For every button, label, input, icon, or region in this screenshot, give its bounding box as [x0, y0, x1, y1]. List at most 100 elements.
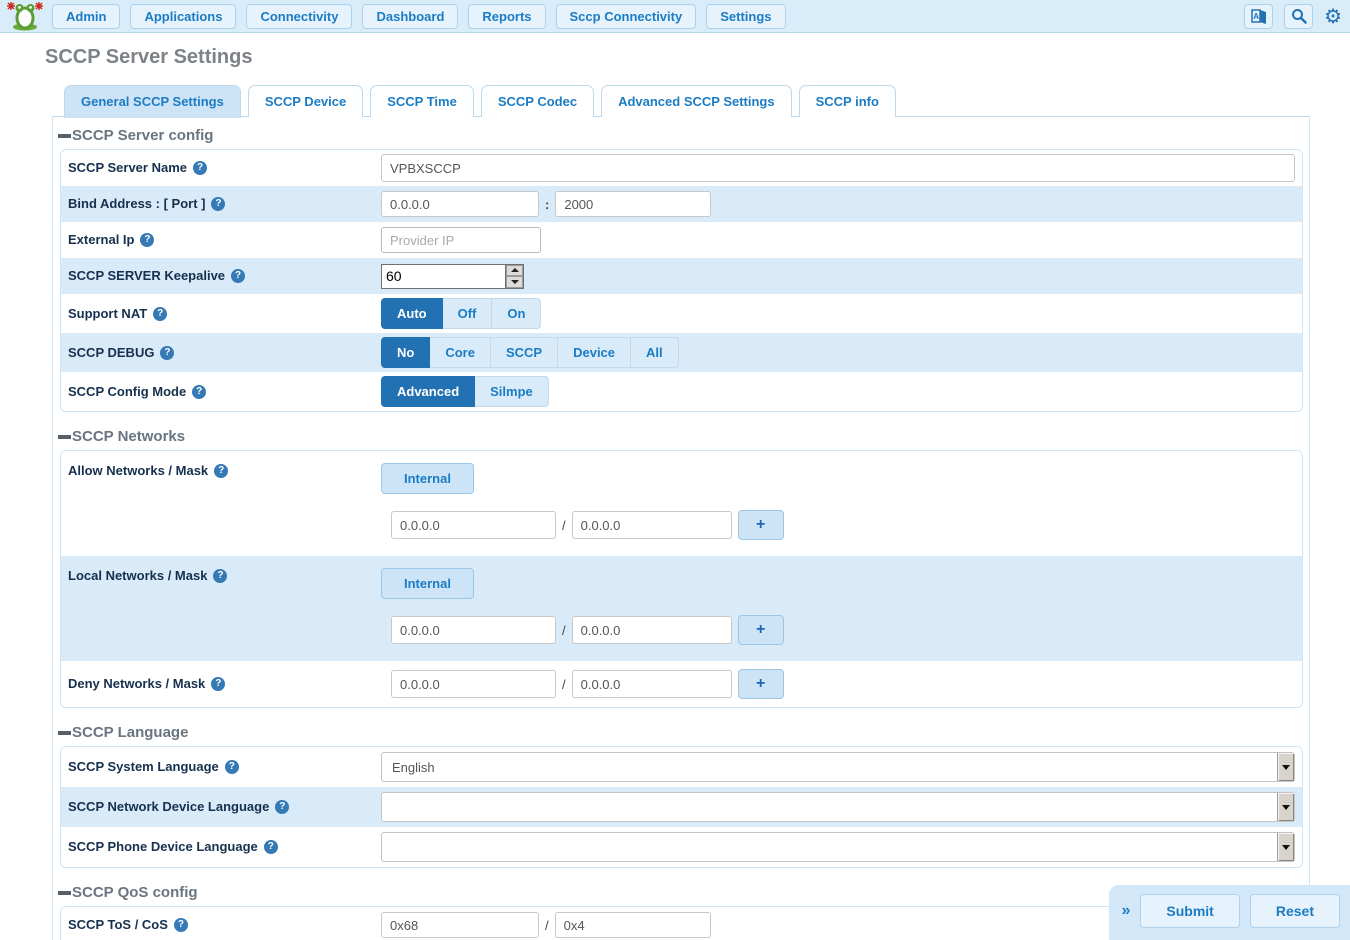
chevron-down-icon[interactable]: [1277, 833, 1294, 861]
debug-sccp-button[interactable]: SCCP: [491, 337, 558, 368]
tab-sccp-device[interactable]: SCCP Device: [248, 85, 363, 117]
section-networks: Allow Networks / Mask ? Internal / + Loc…: [60, 450, 1303, 708]
mode-advanced-button[interactable]: Advanced: [381, 376, 475, 407]
nav-item-sccp-connectivity[interactable]: Sccp Connectivity: [556, 4, 697, 29]
field-label: SCCP DEBUG: [68, 345, 154, 361]
keepalive-stepper[interactable]: [381, 264, 524, 289]
phone-device-language-select[interactable]: [381, 832, 1295, 862]
sccp-server-name-input[interactable]: [381, 154, 1295, 182]
help-icon[interactable]: ?: [264, 840, 278, 854]
section-header-networks[interactable]: SCCP Networks: [53, 420, 1309, 450]
allow-network-input[interactable]: [391, 511, 556, 539]
selected-value: [382, 793, 1277, 821]
nat-auto-button[interactable]: Auto: [381, 298, 443, 329]
allow-mask-input[interactable]: [572, 511, 732, 539]
debug-all-button[interactable]: All: [631, 337, 679, 368]
sccp-debug-group: No Core SCCP Device All: [381, 337, 679, 368]
system-language-select[interactable]: English: [381, 752, 1295, 782]
tab-advanced-sccp-settings[interactable]: Advanced SCCP Settings: [601, 85, 792, 117]
slash-separator: /: [562, 518, 566, 533]
gear-icon[interactable]: ⚙: [1324, 6, 1342, 26]
help-icon[interactable]: ?: [213, 569, 227, 583]
help-icon[interactable]: ?: [211, 197, 225, 211]
collapse-icon[interactable]: [58, 891, 71, 895]
external-ip-input[interactable]: [381, 227, 541, 253]
tab-sccp-time[interactable]: SCCP Time: [370, 85, 474, 117]
sccp-cos-input[interactable]: [555, 912, 711, 938]
local-mask-input[interactable]: [572, 616, 732, 644]
debug-core-button[interactable]: Core: [430, 337, 491, 368]
help-icon[interactable]: ?: [225, 760, 239, 774]
section-server-config: SCCP Server Name ? Bind Address : [ Port…: [60, 149, 1303, 412]
help-icon[interactable]: ?: [231, 269, 245, 283]
allow-internal-button[interactable]: Internal: [381, 463, 474, 494]
config-mode-group: Advanced Silmpe: [381, 376, 549, 407]
help-icon[interactable]: ?: [174, 918, 188, 932]
nav-item-connectivity[interactable]: Connectivity: [246, 4, 352, 29]
tab-general-sccp-settings[interactable]: General SCCP Settings: [64, 85, 241, 118]
keepalive-input[interactable]: [382, 265, 505, 288]
allow-add-button[interactable]: +: [738, 510, 784, 540]
help-icon[interactable]: ?: [193, 161, 207, 175]
tab-sccp-codec[interactable]: SCCP Codec: [481, 85, 594, 117]
search-button[interactable]: [1284, 4, 1313, 29]
section-title: SCCP QoS config: [72, 884, 198, 901]
nav-item-admin[interactable]: Admin: [52, 4, 120, 29]
field-label: Bind Address : [ Port ]: [68, 196, 205, 212]
tab-sccp-info[interactable]: SCCP info: [799, 85, 896, 117]
chevron-down-icon[interactable]: [1277, 793, 1294, 821]
debug-no-button[interactable]: No: [381, 337, 430, 368]
help-icon[interactable]: ?: [192, 385, 206, 399]
local-add-button[interactable]: +: [738, 615, 784, 645]
mode-simple-button[interactable]: Silmpe: [475, 376, 549, 407]
field-label: External Ip: [68, 232, 134, 248]
spin-up-button[interactable]: [506, 265, 523, 277]
tab-content-panel: SCCP Server config SCCP Server Name ? Bi…: [52, 116, 1310, 940]
nav-item-dashboard[interactable]: Dashboard: [362, 4, 458, 29]
language-button[interactable]: A: [1244, 4, 1273, 29]
collapse-toolbar-icon[interactable]: »: [1122, 902, 1131, 920]
help-icon[interactable]: ?: [140, 233, 154, 247]
network-device-language-select[interactable]: [381, 792, 1295, 822]
chevron-down-icon[interactable]: [1277, 753, 1294, 781]
nat-off-button[interactable]: Off: [443, 298, 493, 329]
nat-on-button[interactable]: On: [492, 298, 541, 329]
row-bind-address: Bind Address : [ Port ] ? :: [61, 186, 1302, 222]
colon-separator: :: [545, 197, 549, 212]
deny-add-button[interactable]: +: [738, 669, 784, 699]
local-network-input[interactable]: [391, 616, 556, 644]
frog-logo-icon[interactable]: [6, 1, 44, 31]
section-header-server-config[interactable]: SCCP Server config: [53, 119, 1309, 149]
row-support-nat: Support NAT ? Auto Off On: [61, 294, 1302, 333]
nav-item-applications[interactable]: Applications: [130, 4, 236, 29]
sccp-tos-input[interactable]: [381, 912, 539, 938]
debug-device-button[interactable]: Device: [558, 337, 631, 368]
bind-address-input[interactable]: [381, 191, 539, 217]
local-internal-button[interactable]: Internal: [381, 568, 474, 599]
selected-value: [382, 833, 1277, 861]
help-icon[interactable]: ?: [214, 464, 228, 478]
spin-down-button[interactable]: [506, 276, 523, 288]
deny-mask-input[interactable]: [572, 670, 732, 698]
field-label: SCCP System Language: [68, 759, 219, 775]
bind-port-input[interactable]: [555, 191, 711, 217]
collapse-icon[interactable]: [58, 435, 71, 439]
row-system-language: SCCP System Language ? English: [61, 747, 1302, 787]
reset-button[interactable]: Reset: [1250, 894, 1340, 928]
tab-bar: General SCCP Settings SCCP Device SCCP T…: [64, 85, 1350, 117]
help-icon[interactable]: ?: [160, 346, 174, 360]
field-label: SCCP ToS / CoS: [68, 917, 168, 933]
submit-button[interactable]: Submit: [1140, 894, 1239, 928]
collapse-icon[interactable]: [58, 134, 71, 138]
deny-network-input[interactable]: [391, 670, 556, 698]
nav-item-reports[interactable]: Reports: [468, 4, 545, 29]
top-navbar: Admin Applications Connectivity Dashboar…: [0, 0, 1350, 33]
nav-item-settings[interactable]: Settings: [706, 4, 785, 29]
help-icon[interactable]: ?: [275, 800, 289, 814]
section-title: SCCP Networks: [72, 428, 185, 445]
help-icon[interactable]: ?: [153, 307, 167, 321]
collapse-icon[interactable]: [58, 731, 71, 735]
section-header-language[interactable]: SCCP Language: [53, 716, 1309, 746]
help-icon[interactable]: ?: [211, 677, 225, 691]
language-icon: A: [1250, 8, 1268, 24]
